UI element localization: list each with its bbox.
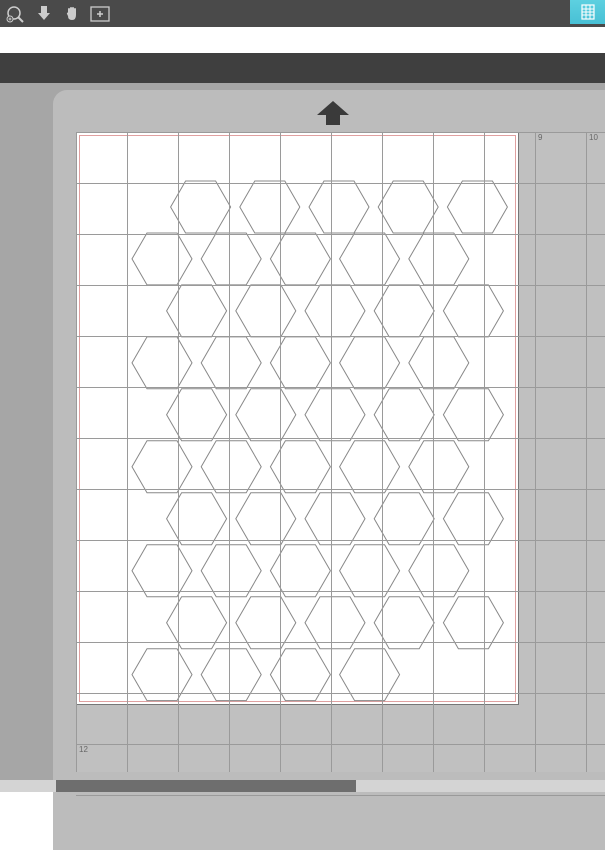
hexagon-shape[interactable] [443,493,503,545]
grid-line [76,336,605,337]
grid-line [76,132,77,772]
grid-line [76,795,605,796]
hexagon-shape[interactable] [443,285,503,337]
hexagon-shape[interactable] [201,441,261,493]
grid-line [76,387,605,388]
grid-line [535,132,536,772]
hexagon-shape[interactable] [236,389,296,441]
hexagon-shape[interactable] [409,233,469,285]
workspace: 9 10 12 [0,83,605,792]
scrollbar-thumb[interactable] [56,780,356,792]
design-page[interactable] [76,132,519,705]
load-arrow-icon [315,99,351,132]
grid-line [331,132,332,772]
grid-line [76,285,605,286]
grid-line [76,591,605,592]
hexagon-shape[interactable] [201,233,261,285]
hand-icon[interactable] [58,2,86,26]
hexagon-shape[interactable] [447,181,507,233]
horizontal-scrollbar[interactable] [0,780,605,792]
hexagon-shape[interactable] [132,233,192,285]
hexagon-shape[interactable] [305,493,365,545]
grid-line [229,132,230,772]
hexagon-shape[interactable] [340,337,400,389]
hexagon-shape[interactable] [167,389,227,441]
hexagon-shape[interactable] [167,285,227,337]
grid-line [76,489,605,490]
zoom-fit-icon[interactable] [86,2,114,26]
grid-line [76,642,605,643]
mat-grid: 9 10 12 [76,132,605,772]
hexagon-shape[interactable] [443,597,503,649]
grid-line [178,132,179,772]
cutting-mat[interactable]: 9 10 12 [53,90,605,850]
hexagon-shape[interactable] [374,597,434,649]
grid-line [280,132,281,772]
hexagon-shape[interactable] [305,285,365,337]
hexagon-shape[interactable] [167,597,227,649]
hexagon-shape[interactable] [340,441,400,493]
hexagon-pattern[interactable] [77,133,520,706]
hexagon-shape[interactable] [409,545,469,597]
hexagon-shape[interactable] [201,337,261,389]
panel-tab[interactable] [570,0,605,24]
grid-line [76,183,605,184]
hexagon-shape[interactable] [305,389,365,441]
hexagon-shape[interactable] [171,181,231,233]
hexagon-shape[interactable] [236,597,296,649]
grid-line [586,132,587,772]
hexagon-shape[interactable] [378,181,438,233]
grid-line [76,693,605,694]
grid-line [433,132,434,772]
hexagon-shape[interactable] [443,389,503,441]
hexagon-shape[interactable] [236,493,296,545]
grid-line [76,744,605,745]
hexagon-shape[interactable] [309,181,369,233]
hexagon-shape[interactable] [132,441,192,493]
grid-line [76,438,605,439]
hexagon-shape[interactable] [236,285,296,337]
hexagon-shape[interactable] [132,337,192,389]
hexagon-shape[interactable] [340,545,400,597]
hexagon-shape[interactable] [409,337,469,389]
zoom-icon[interactable] [2,2,30,26]
hexagon-shape[interactable] [240,181,300,233]
grid-line [76,132,605,133]
hexagon-shape[interactable] [409,441,469,493]
hexagon-shape[interactable] [201,545,261,597]
download-icon[interactable] [30,2,58,26]
grid-line [76,540,605,541]
grid-line [127,132,128,772]
hexagon-shape[interactable] [374,389,434,441]
secondary-bar [0,53,605,83]
grid-line [76,234,605,235]
grid-line [484,132,485,772]
hexagon-shape[interactable] [132,545,192,597]
toolbar-gap [0,27,605,53]
hexagon-shape[interactable] [305,597,365,649]
top-toolbar [0,0,605,27]
hexagon-shape[interactable] [374,493,434,545]
hexagon-shape[interactable] [167,493,227,545]
hexagon-shape[interactable] [374,285,434,337]
ruler-label: 9 [538,133,542,142]
ruler-label: 10 [589,133,598,142]
ruler-label: 12 [79,745,88,754]
hexagon-shape[interactable] [340,233,400,285]
grid-line [382,132,383,772]
